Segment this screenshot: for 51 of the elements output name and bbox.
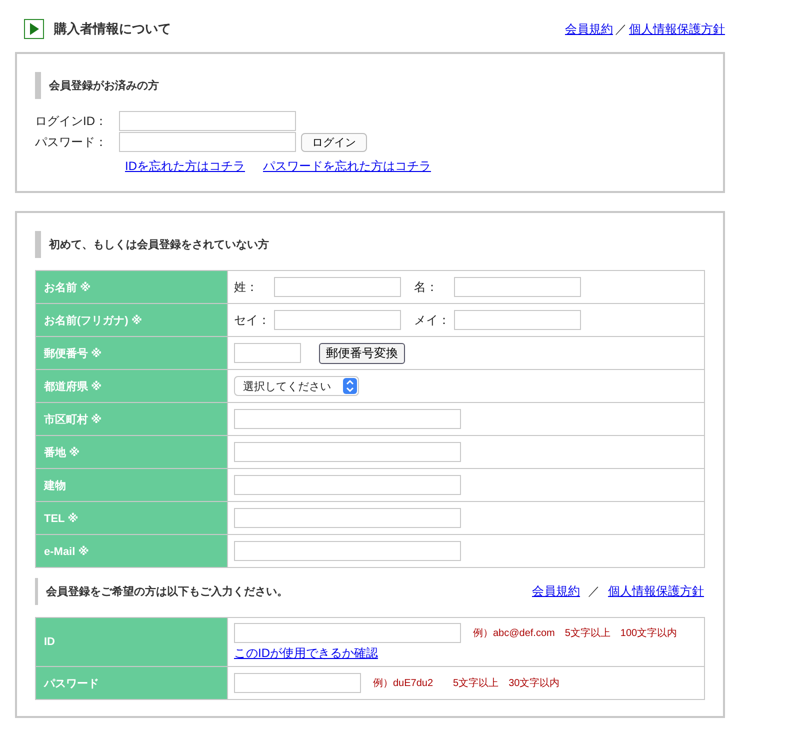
input-field[interactable]: [234, 409, 461, 429]
subsection-heading: 会員登録がお済みの方: [35, 72, 704, 99]
row-label: お名前 ※: [36, 270, 228, 304]
input-field[interactable]: [274, 277, 401, 297]
privacy-link[interactable]: 個人情報保護方針: [629, 20, 725, 38]
input-field[interactable]: [119, 132, 296, 152]
separator: ／: [615, 20, 627, 38]
play-icon: [24, 19, 44, 39]
row-label: 郵便番号 ※: [36, 336, 228, 370]
input-field[interactable]: [234, 343, 301, 363]
field-label: ログインID：: [35, 112, 108, 130]
input-field[interactable]: [119, 111, 296, 131]
privacy-link[interactable]: 個人情報保護方針: [608, 583, 704, 600]
row-label: 番地 ※: [36, 436, 228, 468]
field-label: メイ：: [414, 312, 451, 328]
row-label: お名前(フリガナ) ※: [36, 304, 228, 336]
check-id-link[interactable]: このIDが使用できるか確認: [234, 644, 378, 662]
input-field[interactable]: [234, 508, 461, 528]
input-field[interactable]: [234, 622, 461, 642]
separator: ／: [588, 583, 600, 600]
row-label: ID: [36, 618, 228, 666]
updown-icon: [343, 378, 357, 394]
row-label: 建物: [36, 468, 228, 502]
forgot-link[interactable]: パスワードを忘れた方はコチラ: [263, 158, 431, 175]
hint-text: 例）abc@def.com 5文字以上 100文字以内: [473, 626, 678, 640]
login-button[interactable]: ログイン: [301, 132, 367, 152]
input-field[interactable]: [234, 541, 461, 561]
row-label: 市区町村 ※: [36, 402, 228, 436]
subsection-heading: 初めて、もしくは会員登録をされていない方: [35, 231, 704, 258]
convert-button[interactable]: 郵便番号変換: [319, 342, 405, 364]
input-field[interactable]: [454, 277, 581, 297]
row-label: e-Mail ※: [36, 534, 228, 568]
field-label: 名：: [414, 278, 439, 296]
hint-text: 例）duE7du2 5文字以上 30文字以内: [373, 676, 560, 690]
section-title: 購入者情報について: [54, 20, 171, 38]
input-field[interactable]: [234, 442, 461, 462]
terms-link[interactable]: 会員規約: [565, 20, 613, 38]
forgot-link[interactable]: IDを忘れた方はコチラ: [125, 158, 245, 175]
field-label: セイ：: [234, 312, 271, 328]
input-field[interactable]: [274, 310, 401, 330]
field-label: パスワード：: [35, 134, 108, 150]
row-label: TEL ※: [36, 502, 228, 534]
input-field[interactable]: [454, 310, 581, 330]
terms-link[interactable]: 会員規約: [532, 583, 580, 600]
row-label: 都道府県 ※: [36, 370, 228, 402]
field-label: 姓：: [234, 278, 259, 296]
input-field[interactable]: [234, 673, 361, 693]
row-label: パスワード: [36, 666, 228, 700]
input-field[interactable]: [234, 475, 461, 495]
prefecture-select[interactable]: 選択してください: [234, 376, 359, 396]
subsection-heading: 会員登録をご希望の方は以下もご入力ください。: [35, 578, 296, 605]
